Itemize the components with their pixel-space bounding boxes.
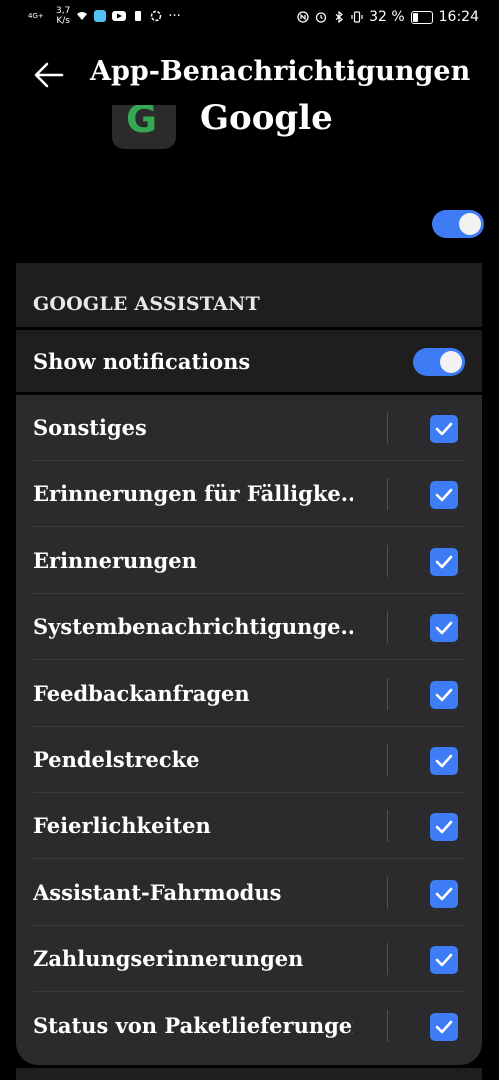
channel-row[interactable]: Assistant-Fahrmodus [16, 860, 482, 926]
more-icon: ··· [168, 8, 181, 24]
show-notifications-row[interactable]: Show notifications [16, 330, 482, 392]
channel-row[interactable]: Pendelstrecke [16, 727, 482, 793]
channel-label: Assistant-Fahrmodus [33, 879, 282, 905]
page-title: App-Benachrichtigungen [90, 56, 471, 87]
check-icon [435, 887, 453, 901]
check-icon [435, 953, 453, 967]
channel-row[interactable]: Feedbackanfragen [16, 661, 482, 727]
channel-label: Feierlichkeiten [33, 813, 211, 839]
vertical-divider [387, 478, 388, 511]
show-notifications-label: Show notifications [33, 349, 251, 374]
network-speed: 3,7 K/s [56, 6, 71, 26]
channel-checkbox[interactable] [430, 481, 458, 510]
check-icon [435, 821, 453, 834]
channel-row[interactable]: Sonstiges [16, 395, 482, 461]
channel-label: Zahlungserinnerungen [33, 946, 304, 972]
vertical-divider [387, 677, 388, 710]
vertical-divider [387, 876, 388, 909]
channel-checkbox[interactable] [430, 813, 458, 842]
channel-checkbox[interactable] [430, 415, 458, 443]
youtube-icon [112, 11, 127, 21]
channel-checkbox[interactable] [430, 946, 458, 975]
vertical-divider [387, 744, 388, 776]
next-section [16, 1068, 482, 1080]
section-title: GOOGLE ASSISTANT [33, 293, 260, 315]
battery-percent: 32 % [369, 9, 405, 25]
network-indicator: 4G+ [28, 12, 44, 20]
arrow-left-icon[interactable] [32, 60, 66, 90]
channel-checkbox[interactable] [430, 547, 458, 576]
wifi-icon [77, 12, 88, 20]
channel-list: Sonstiges Erinnerungen für Fälligke.. Erin… [16, 395, 482, 1065]
channel-label: Pendelstrecke [33, 747, 200, 772]
channel-row[interactable]: Erinnerungen für Fälligke.. [16, 461, 482, 528]
app-bar: App-Benachrichtigungen [0, 50, 499, 100]
channel-checkbox[interactable] [430, 680, 458, 709]
vertical-divider [387, 611, 388, 644]
channel-checkbox[interactable] [430, 1012, 458, 1041]
app-name: Google [200, 98, 333, 138]
channel-label: Sonstiges [33, 415, 147, 440]
app-icon [94, 10, 107, 22]
show-notifications-toggle[interactable] [413, 348, 465, 376]
channel-checkbox[interactable] [430, 747, 458, 775]
channel-row[interactable]: Feierlichkeiten [16, 793, 482, 860]
check-icon [435, 688, 453, 701]
check-icon [435, 555, 453, 569]
alarm-icon [315, 12, 327, 23]
bluetooth-icon [335, 11, 343, 23]
clock: 16:24 [438, 9, 479, 25]
check-icon [435, 754, 453, 768]
status-bar: 4G+ 3,7 K/s ··· 32 % 16:24 [0, 0, 499, 36]
vertical-divider [387, 544, 388, 577]
check-icon [435, 621, 453, 635]
channel-label: Feedbackanfragen [33, 680, 250, 706]
channel-row[interactable]: Systembenachrichtigunge.. [16, 594, 482, 661]
channel-row[interactable]: Erinnerungen [16, 528, 482, 594]
vibrate-icon [351, 11, 363, 23]
check-icon [435, 422, 453, 436]
channel-checkbox[interactable] [430, 614, 458, 643]
vertical-divider [387, 1009, 388, 1042]
channel-label: Systembenachrichtigunge.. [33, 614, 353, 640]
battery-icon [410, 10, 433, 24]
vertical-divider [387, 810, 388, 843]
vertical-divider [387, 943, 388, 976]
sim-icon [135, 11, 142, 21]
nfc-icon [297, 11, 309, 23]
vertical-divider [387, 412, 388, 444]
channel-label: Status von Paketlieferungen [33, 1012, 353, 1038]
check-icon [435, 489, 453, 502]
section-header: GOOGLE ASSISTANT [16, 263, 482, 327]
channel-row[interactable]: Zahlungserinnerungen [16, 926, 482, 993]
loading-icon [151, 10, 162, 22]
check-icon [435, 1020, 453, 1033]
channel-label: Erinnerungen [33, 547, 197, 573]
channel-row[interactable]: Status von Paketlieferungen [16, 993, 482, 1059]
google-app-icon: G [112, 105, 176, 149]
channel-label: Erinnerungen für Fälligke.. [33, 481, 353, 507]
app-notifications-toggle[interactable] [432, 210, 484, 238]
channel-checkbox[interactable] [430, 879, 458, 908]
